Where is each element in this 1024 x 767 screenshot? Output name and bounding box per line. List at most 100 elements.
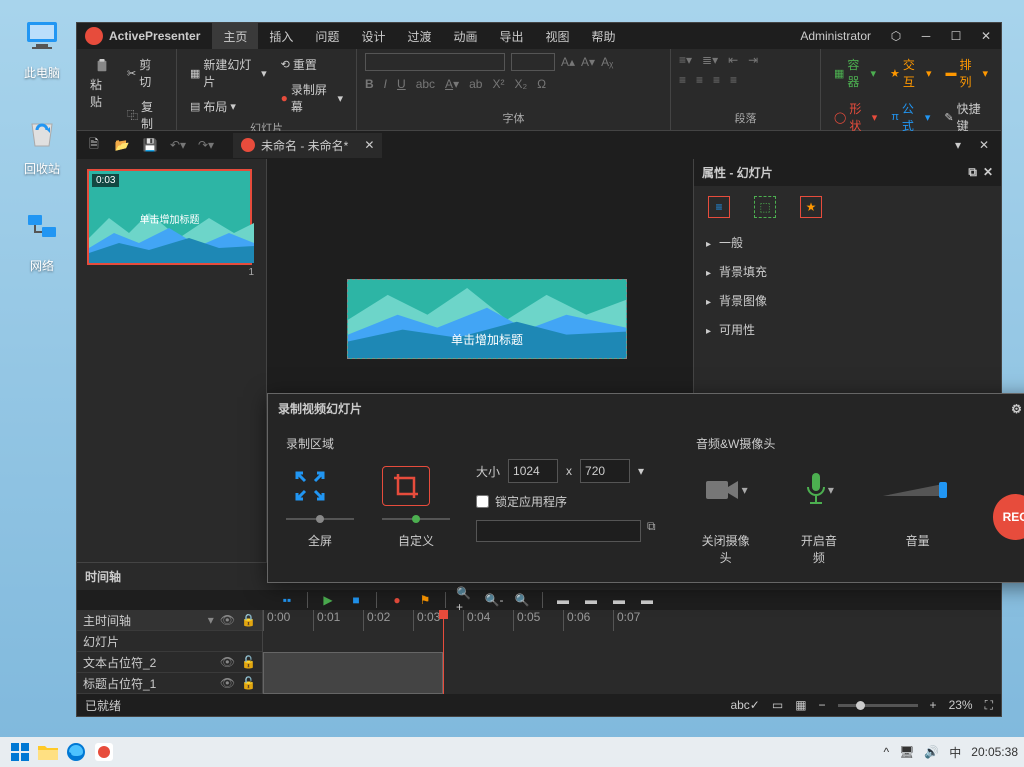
tray-chevron-icon[interactable]: ^ (883, 745, 889, 759)
tl-group3-button[interactable]: ▬ (609, 590, 629, 610)
reset-button[interactable]: ⟲重置 (276, 53, 348, 76)
view-normal-button[interactable]: ▭ (772, 698, 783, 712)
menu-insert[interactable]: 插入 (258, 23, 304, 50)
rec-mode-custom[interactable]: 自定义 (382, 466, 450, 549)
eye-icon[interactable]: 👁 (220, 676, 235, 690)
timeline-track[interactable]: 文本占位符_2👁🔓 (77, 652, 262, 673)
tray-time[interactable]: 20:05:38 (971, 745, 1018, 759)
tl-play-button[interactable]: ▶ (318, 590, 338, 610)
gear-icon[interactable]: ⚙ (1011, 402, 1022, 416)
menu-question[interactable]: 问题 (304, 23, 350, 50)
chevron-down-icon[interactable]: ▾ (208, 613, 214, 627)
numbering-button[interactable]: ≣▾ (702, 53, 718, 67)
tl-zoomout-button[interactable]: 🔍- (484, 590, 504, 610)
tl-stop-button[interactable]: ■ (346, 590, 366, 610)
slide-thumbnail[interactable]: 0:03 单击增加标题 (87, 169, 252, 265)
font-family-select[interactable] (365, 53, 505, 71)
prop-tab-size-icon[interactable]: ⬚ (754, 196, 776, 218)
bullets-button[interactable]: ≡▾ (679, 53, 692, 67)
zoom-out-button[interactable]: − (819, 698, 826, 712)
clear-format-button[interactable]: Aᵪ (601, 55, 613, 69)
desktop-icon-recycle[interactable]: 回收站 (12, 108, 72, 177)
timeline-track[interactable]: 标题占位符_1👁🔓 (77, 673, 262, 694)
rec-audio[interactable]: ▾ 开启音频 (795, 466, 842, 566)
activepresenter-taskbar-icon[interactable] (90, 738, 118, 766)
undo-button[interactable]: ↶▾ (167, 134, 189, 156)
panel-menu-button[interactable]: ▾ (947, 134, 969, 156)
prop-section-availability[interactable]: 可用性 (694, 315, 1001, 344)
interact-button[interactable]: ★交互▾ (885, 53, 937, 93)
rec-app-pick-icon[interactable]: ⧉ (647, 519, 656, 534)
italic-button[interactable]: I (384, 77, 387, 91)
prop-section-general[interactable]: 一般 (694, 228, 1001, 257)
underline-button[interactable]: U (397, 77, 406, 91)
menu-export[interactable]: 导出 (488, 23, 534, 50)
record-screen-button[interactable]: ●录制屏幕▾ (276, 78, 348, 118)
copy-button[interactable]: ⿻复制 (122, 95, 168, 135)
rec-width-input[interactable] (508, 459, 558, 483)
font-increase-button[interactable]: A▴ (561, 55, 575, 69)
panel-close-icon[interactable]: ✕ (983, 165, 993, 180)
superscript-button[interactable]: X² (492, 77, 504, 91)
prop-tab-star-icon[interactable]: ★ (800, 196, 822, 218)
menu-view[interactable]: 视图 (535, 23, 581, 50)
layout-button[interactable]: ▤布局▾ (185, 95, 272, 118)
canvas-title-placeholder[interactable]: 单击增加标题 (348, 331, 626, 348)
unlock-icon[interactable]: 🔓 (241, 655, 256, 669)
menu-help[interactable]: 帮助 (581, 23, 627, 50)
rec-app-select[interactable] (476, 520, 641, 542)
redo-button[interactable]: ↷▾ (195, 134, 217, 156)
container-button[interactable]: ▦容器▾ (829, 53, 881, 93)
tl-snap-button[interactable]: ▪▪ (277, 590, 297, 610)
zoom-in-button[interactable]: + (930, 698, 937, 712)
rec-start-button[interactable]: REC (993, 494, 1024, 540)
edge-icon[interactable] (62, 738, 90, 766)
rec-lock-app[interactable]: 锁定应用程序 (476, 493, 676, 510)
rec-camera[interactable]: ▾ 关闭摄像头 (696, 466, 755, 566)
tl-flag-button[interactable]: ⚑ (415, 590, 435, 610)
tl-group2-button[interactable]: ▬ (581, 590, 601, 610)
menu-animation[interactable]: 动画 (442, 23, 488, 50)
tray-network-icon[interactable]: 🖥 (899, 745, 914, 759)
tl-zoomfit-button[interactable]: 🔍 (512, 590, 532, 610)
prop-section-bgimage[interactable]: 背景图像 (694, 286, 1001, 315)
desktop-icon-network[interactable]: 网络 (12, 205, 72, 274)
tl-marker-button[interactable]: ● (387, 590, 407, 610)
bold-button[interactable]: B (365, 77, 374, 91)
lock-icon[interactable]: 🔒 (241, 613, 256, 627)
font-decrease-button[interactable]: A▾ (581, 55, 595, 69)
outdent-button[interactable]: ⇤ (728, 53, 738, 67)
menu-transition[interactable]: 过渡 (396, 23, 442, 50)
tl-group1-button[interactable]: ▬ (553, 590, 573, 610)
highlight-button[interactable]: ab (469, 77, 482, 91)
font-color-button[interactable]: A▾ (445, 77, 459, 91)
timeline-main-track[interactable]: 主时间轴▾👁🔒 (77, 610, 262, 631)
tl-group4-button[interactable]: ▬ (637, 590, 657, 610)
panel-close-button[interactable]: ✕ (973, 134, 995, 156)
align-right-button[interactable]: ≡ (713, 73, 720, 87)
tray-ime[interactable]: 中 (949, 744, 961, 761)
rec-height-input[interactable] (580, 459, 630, 483)
zoom-value[interactable]: 23% (949, 698, 973, 712)
omega-button[interactable]: Ω (537, 77, 546, 91)
prop-section-bgfill[interactable]: 背景填充 (694, 257, 1001, 286)
timeline-clip[interactable] (263, 652, 443, 694)
eye-icon[interactable]: 👁 (220, 655, 235, 669)
menu-design[interactable]: 设计 (350, 23, 396, 50)
align-left-button[interactable]: ≡ (679, 73, 686, 87)
timeline-area[interactable]: 0:000:010:020:030:040:050:060:07 (263, 610, 1001, 694)
tab-close-button[interactable]: ✕ (364, 138, 374, 152)
rec-mode-fullscreen[interactable]: 全屏 (286, 466, 354, 549)
open-file-button[interactable]: 📂 (111, 134, 133, 156)
maximize-button[interactable]: ☐ (941, 23, 971, 49)
paste-button[interactable]: 粘贴 (85, 53, 118, 115)
prop-tab-general-icon[interactable]: ≡ (708, 196, 730, 218)
indent-button[interactable]: ⇥ (748, 53, 758, 67)
cut-button[interactable]: ✂剪切 (122, 53, 168, 93)
slide-canvas[interactable]: 单击增加标题 (347, 279, 627, 359)
zoom-fit-button[interactable]: ⛶ (985, 698, 993, 713)
help-icon[interactable]: ⬡ (881, 23, 911, 49)
close-button[interactable]: ✕ (971, 23, 1001, 49)
align-justify-button[interactable]: ≡ (730, 73, 737, 87)
eye-icon[interactable]: 👁 (220, 613, 235, 627)
